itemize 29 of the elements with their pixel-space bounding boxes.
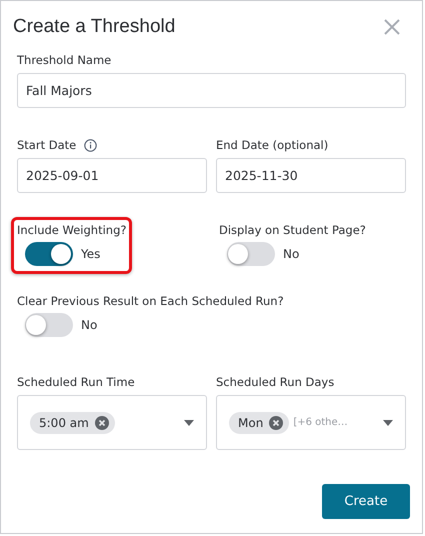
name-field[interactable]: Fall Majors	[17, 73, 406, 108]
toggle-state: No	[283, 247, 300, 261]
field-label: Scheduled Run Time	[17, 375, 136, 389]
toggle-label: Include Weighting?	[17, 223, 126, 237]
create-button[interactable]: Create	[322, 484, 410, 519]
toggle-switch[interactable]	[25, 313, 73, 337]
field-label: Start Date	[17, 138, 76, 152]
info-icon[interactable]	[84, 138, 98, 152]
chip: 5:00 am	[30, 412, 115, 434]
field-label: End Date (optional)	[216, 138, 328, 152]
select-field[interactable]: Mon [+6 othe…	[216, 395, 406, 450]
field-label: Scheduled Run Days	[216, 375, 336, 389]
toggle-label: Clear Previous Result on Each Scheduled Run?	[17, 294, 284, 308]
toggle-switch[interactable]	[25, 242, 73, 266]
caret-icon[interactable]	[184, 420, 194, 426]
date-field[interactable]: 2025-09-01	[17, 158, 207, 193]
remove-icon[interactable]	[269, 416, 284, 430]
toggle-state: No	[81, 318, 98, 332]
toggle-state: Yes	[81, 247, 100, 261]
field-label: Threshold Name	[17, 53, 112, 67]
toggle-switch[interactable]	[227, 242, 275, 266]
more-count: [+6 othe…	[293, 417, 348, 428]
select-field[interactable]: 5:00 am	[17, 395, 207, 450]
caret-icon[interactable]	[383, 420, 393, 426]
chip: Mon	[229, 412, 290, 434]
dialog-title: Create a Threshold	[13, 16, 176, 38]
remove-icon[interactable]	[94, 416, 109, 430]
toggle-label: Display on Student Page?	[219, 223, 366, 237]
date-field[interactable]: 2025-11-30	[216, 158, 406, 193]
